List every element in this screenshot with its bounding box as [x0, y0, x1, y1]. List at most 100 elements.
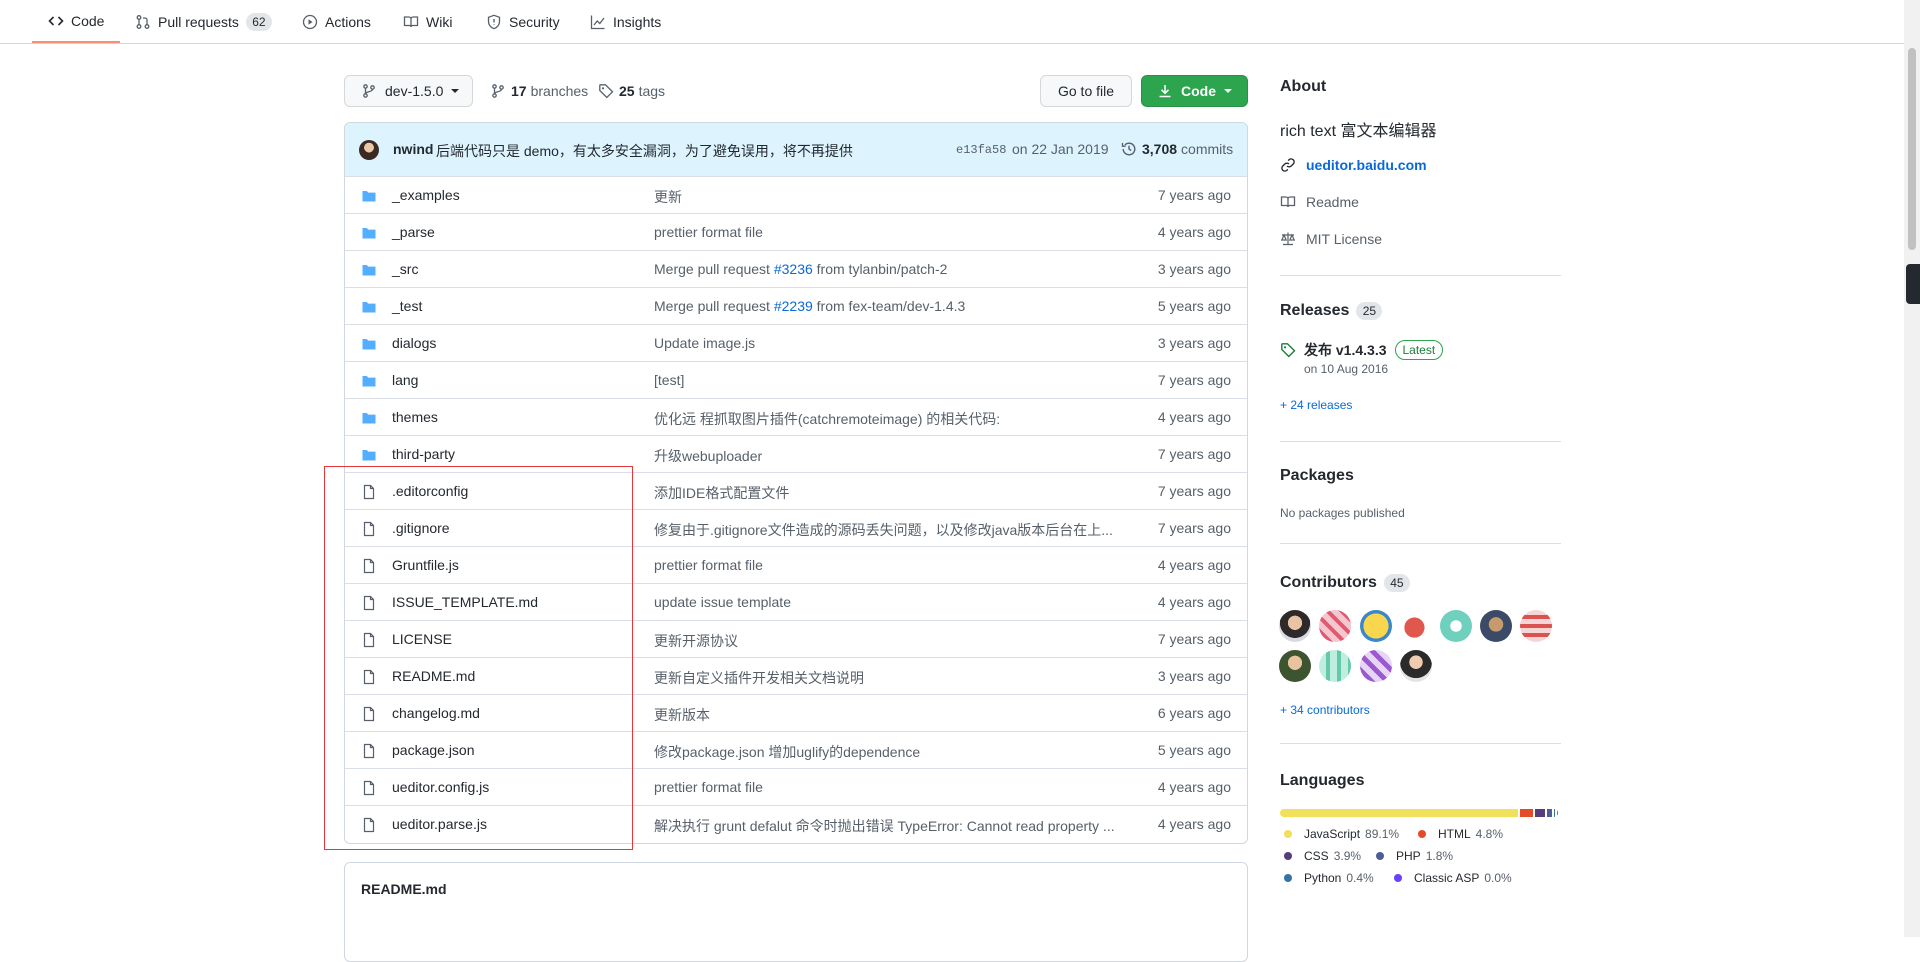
language-item[interactable]: Python 0.4%	[1284, 871, 1374, 885]
file-commit-message[interactable]: 更新	[654, 187, 682, 207]
avatar[interactable]	[1440, 610, 1472, 642]
file-commit-message[interactable]: 修改package.json 增加uglify的dependence	[654, 742, 920, 762]
packages-heading[interactable]: Packages	[1280, 467, 1354, 485]
table-row[interactable]: README.md 更新自定义插件开发相关文档说明 3 years ago	[345, 657, 1247, 694]
table-row[interactable]: ueditor.config.js prettier format file 4 y…	[345, 768, 1247, 805]
latest-release[interactable]: 发布 v1.4.3.3 Latest	[1280, 340, 1444, 360]
table-row[interactable]: .editorconfig 添加IDE格式配置文件 7 years ago	[345, 472, 1247, 509]
file-name-link[interactable]: ueditor.config.js	[392, 779, 489, 795]
file-name-link[interactable]: third-party	[392, 446, 455, 462]
language-item[interactable]: JavaScript 89.1%	[1284, 827, 1399, 841]
table-row[interactable]: package.json 修改package.json 增加uglify的depe…	[345, 731, 1247, 768]
file-name-link[interactable]: _parse	[392, 224, 435, 240]
file-commit-message[interactable]: 更新版本	[654, 705, 710, 725]
avatar[interactable]	[1279, 650, 1311, 682]
scrollbar-thumb[interactable]	[1908, 48, 1916, 250]
website-url[interactable]: ueditor.baidu.com	[1306, 157, 1427, 173]
file-commit-message[interactable]: prettier format file	[654, 224, 763, 240]
language-item[interactable]: HTML 4.8%	[1418, 827, 1503, 841]
file-commit-message[interactable]: 解决执行 grunt defalut 命令时抛出错误 TypeError: Ca…	[654, 816, 1115, 836]
license-link[interactable]: MIT License	[1280, 231, 1382, 247]
avatar[interactable]	[1319, 610, 1351, 642]
file-name-link[interactable]: .gitignore	[392, 520, 450, 536]
file-name-link[interactable]: changelog.md	[392, 705, 480, 721]
table-row[interactable]: ISSUE_TEMPLATE.md update issue template 4 …	[345, 583, 1247, 620]
file-commit-message[interactable]: Merge pull request #2239 from fex-team/d…	[654, 298, 965, 314]
tab-code[interactable]: Code	[32, 0, 121, 43]
avatar[interactable]	[1400, 650, 1432, 682]
avatar[interactable]	[1360, 610, 1392, 642]
pull-request-link[interactable]: #2239	[774, 298, 813, 314]
avatar[interactable]	[1319, 650, 1351, 682]
table-row[interactable]: dialogs Update image.js 3 years ago	[345, 324, 1247, 361]
file-name-link[interactable]: ISSUE_TEMPLATE.md	[392, 594, 538, 610]
commit-author[interactable]: nwind	[393, 141, 433, 157]
table-row[interactable]: third-party 升级webuploader 7 years ago	[345, 435, 1247, 472]
tab-security[interactable]: Security	[486, 0, 560, 43]
readme-link[interactable]: Readme	[1280, 194, 1359, 210]
file-commit-message[interactable]: 添加IDE格式配置文件	[654, 483, 789, 503]
file-name-link[interactable]: dialogs	[392, 335, 436, 351]
table-row[interactable]: ueditor.parse.js 解决执行 grunt defalut 命令时抛出…	[345, 805, 1247, 842]
table-row[interactable]: _test Merge pull request #2239 from fex-t…	[345, 287, 1247, 324]
table-row[interactable]: changelog.md 更新版本 6 years ago	[345, 694, 1247, 731]
table-row[interactable]: themes 优化远 程抓取图片插件(catchremoteimage) 的相关代…	[345, 398, 1247, 435]
avatar[interactable]	[1520, 610, 1552, 642]
file-commit-message[interactable]: prettier format file	[654, 557, 763, 573]
file-name-link[interactable]: README.md	[392, 668, 475, 684]
language-item[interactable]: PHP 1.8%	[1376, 849, 1453, 863]
table-row[interactable]: .gitignore 修复由于.gitignore文件造成的源码丢失问题，以及修改…	[345, 509, 1247, 546]
file-name-link[interactable]: _examples	[392, 187, 460, 203]
tab-pull-requests[interactable]: Pull requests 62	[135, 0, 272, 43]
branch-select-button[interactable]: dev-1.5.0	[344, 75, 473, 107]
file-commit-message[interactable]: update issue template	[654, 594, 791, 610]
file-commit-message[interactable]: prettier format file	[654, 779, 763, 795]
contributors-heading[interactable]: Contributors 45	[1280, 574, 1410, 592]
readme-title[interactable]: README.md	[361, 881, 447, 897]
table-row[interactable]: _src Merge pull request #3236 from tylanb…	[345, 250, 1247, 287]
file-name-link[interactable]: package.json	[392, 742, 475, 758]
table-row[interactable]: lang [test] 7 years ago	[345, 361, 1247, 398]
table-row[interactable]: Gruntfile.js prettier format file 4 years …	[345, 546, 1247, 583]
file-commit-message[interactable]: 升级webuploader	[654, 446, 762, 466]
tab-actions[interactable]: Actions	[302, 0, 371, 43]
scrollbar[interactable]	[1904, 0, 1920, 937]
file-name-link[interactable]: lang	[392, 372, 418, 388]
commit-sha[interactable]: e13fa58	[956, 143, 1006, 157]
releases-heading[interactable]: Releases 25	[1280, 302, 1383, 320]
more-releases-link[interactable]: + 24 releases	[1280, 398, 1352, 412]
file-name-link[interactable]: themes	[392, 409, 438, 425]
file-commit-message[interactable]: [test]	[654, 372, 684, 388]
file-name-link[interactable]: .editorconfig	[392, 483, 468, 499]
file-name-link[interactable]: LICENSE	[392, 631, 452, 647]
file-name-link[interactable]: Gruntfile.js	[392, 557, 459, 573]
avatar[interactable]	[1360, 650, 1392, 682]
language-item[interactable]: CSS 3.9%	[1284, 849, 1361, 863]
language-item[interactable]: Classic ASP 0.0%	[1394, 871, 1512, 885]
commits-link[interactable]: 3,708 commits	[1121, 141, 1233, 157]
avatar[interactable]	[1279, 610, 1311, 642]
file-commit-message[interactable]: 优化远 程抓取图片插件(catchremoteimage) 的相关代码:	[654, 409, 1000, 429]
file-commit-message[interactable]: 修复由于.gitignore文件造成的源码丢失问题，以及修改java版本后台在上…	[654, 520, 1113, 540]
avatar[interactable]	[359, 140, 379, 160]
tab-wiki[interactable]: Wiki	[403, 0, 452, 43]
file-commit-message[interactable]: 更新开源协议	[654, 631, 738, 651]
avatar[interactable]	[1400, 610, 1432, 642]
commit-message[interactable]: 后端代码只是 demo，有太多安全漏洞，为了避免误用，将不再提供	[436, 141, 853, 161]
file-commit-message[interactable]: Update image.js	[654, 335, 755, 351]
side-panel-handle[interactable]	[1906, 264, 1920, 304]
table-row[interactable]: _parse prettier format file 4 years ago	[345, 213, 1247, 250]
file-name-link[interactable]: _test	[392, 298, 422, 314]
tab-insights[interactable]: Insights	[590, 0, 661, 43]
avatar[interactable]	[1480, 610, 1512, 642]
branches-link[interactable]: 17 branches	[490, 81, 588, 101]
more-contributors-link[interactable]: + 34 contributors	[1280, 703, 1370, 717]
code-download-button[interactable]: Code	[1141, 75, 1248, 107]
table-row[interactable]: _examples 更新 7 years ago	[345, 176, 1247, 213]
pull-request-link[interactable]: #3236	[774, 261, 813, 277]
file-commit-message[interactable]: Merge pull request #3236 from tylanbin/p…	[654, 261, 947, 277]
file-name-link[interactable]: ueditor.parse.js	[392, 816, 487, 832]
file-commit-message[interactable]: 更新自定义插件开发相关文档说明	[654, 668, 864, 688]
go-to-file-button[interactable]: Go to file	[1040, 75, 1132, 107]
file-name-link[interactable]: _src	[392, 261, 418, 277]
